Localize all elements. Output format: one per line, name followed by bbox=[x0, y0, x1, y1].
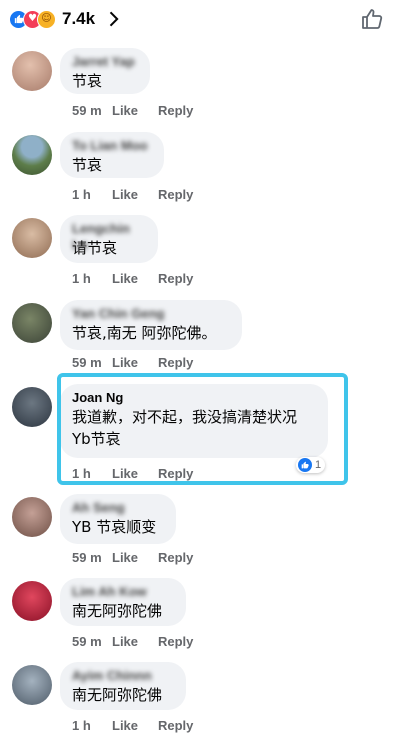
comment-text: YB 节哀顺变 bbox=[72, 518, 157, 536]
avatar[interactable] bbox=[12, 135, 52, 175]
reply-link[interactable]: Reply bbox=[158, 550, 193, 565]
like-link[interactable]: Like bbox=[112, 187, 158, 202]
comment-bubble: Ayim Chinnn 南无阿弥陀佛 bbox=[60, 662, 186, 710]
reply-link[interactable]: Reply bbox=[158, 718, 193, 733]
avatar[interactable] bbox=[12, 387, 52, 427]
comment-time: 59 m bbox=[72, 634, 102, 649]
like-link[interactable]: Like bbox=[112, 355, 158, 370]
reactions-bar: ♥ ☺ 7.4k bbox=[0, 0, 400, 38]
comment-bubble: Lengchin Lo 请节哀 bbox=[60, 215, 158, 263]
comment-time: 59 m bbox=[72, 355, 102, 370]
commenter-name[interactable]: Ah Seng bbox=[72, 500, 164, 516]
like-link[interactable]: Like bbox=[112, 550, 158, 565]
commenter-name[interactable]: Lim Ah Kow bbox=[72, 584, 174, 600]
reply-link[interactable]: Reply bbox=[158, 271, 193, 286]
comment-text: 南无阿弥陀佛 bbox=[72, 602, 163, 620]
comment-time: 59 m bbox=[72, 550, 102, 565]
like-link[interactable]: Like bbox=[112, 718, 158, 733]
commenter-name[interactable]: Yan Chin Geng bbox=[72, 306, 230, 322]
comment-bubble: Ah Seng YB 节哀顺变 bbox=[60, 494, 176, 544]
reply-link[interactable]: Reply bbox=[158, 634, 193, 649]
commenter-name[interactable]: Jarret Yap bbox=[72, 54, 138, 70]
comment-time: 1 h bbox=[72, 187, 91, 202]
avatar[interactable] bbox=[12, 51, 52, 91]
comment-bubble: Jarret Yap 节哀 bbox=[60, 48, 150, 94]
like-link[interactable]: Like bbox=[112, 271, 158, 286]
reply-link[interactable]: Reply bbox=[158, 187, 193, 202]
reply-link[interactable]: Reply bbox=[158, 103, 193, 118]
chevron-right-icon[interactable] bbox=[103, 9, 123, 29]
like-link[interactable]: Like bbox=[112, 103, 158, 118]
comment-text: 南无阿弥陀佛 bbox=[72, 686, 163, 704]
avatar[interactable] bbox=[12, 665, 52, 705]
avatar[interactable] bbox=[12, 497, 52, 537]
comment-time: 59 m bbox=[72, 103, 102, 118]
comment-text: 节哀 bbox=[72, 156, 103, 174]
comment-time: 1 h bbox=[72, 718, 91, 733]
like-link[interactable]: Like bbox=[112, 634, 158, 649]
comment-bubble: Yan Chin Geng 节哀,南无 阿弥陀佛。 bbox=[60, 300, 242, 350]
comment-time: 1 h bbox=[72, 271, 91, 286]
comment-text: 节哀,南无 阿弥陀佛。 bbox=[72, 324, 217, 342]
comment-bubble: Lim Ah Kow 南无阿弥陀佛 bbox=[60, 578, 186, 626]
reaction-count[interactable]: 7.4k bbox=[62, 9, 95, 29]
comment-bubble: To Lian Moo 节哀 bbox=[60, 132, 164, 178]
reply-link[interactable]: Reply bbox=[158, 355, 193, 370]
commenter-name[interactable]: Ayim Chinnn bbox=[72, 668, 174, 684]
comment-text: 节哀 bbox=[72, 72, 103, 90]
commenter-name[interactable]: Lengchin Lo bbox=[72, 221, 146, 252]
avatar[interactable] bbox=[12, 581, 52, 621]
avatar[interactable] bbox=[12, 303, 52, 343]
care-reaction-icon: ☺ bbox=[37, 9, 56, 29]
reaction-summary[interactable]: ♥ ☺ 7.4k bbox=[9, 9, 123, 29]
avatar[interactable] bbox=[12, 218, 52, 258]
commenter-name[interactable]: To Lian Moo bbox=[72, 138, 152, 154]
highlight-box bbox=[57, 373, 348, 485]
thumbs-up-icon[interactable] bbox=[360, 7, 384, 31]
